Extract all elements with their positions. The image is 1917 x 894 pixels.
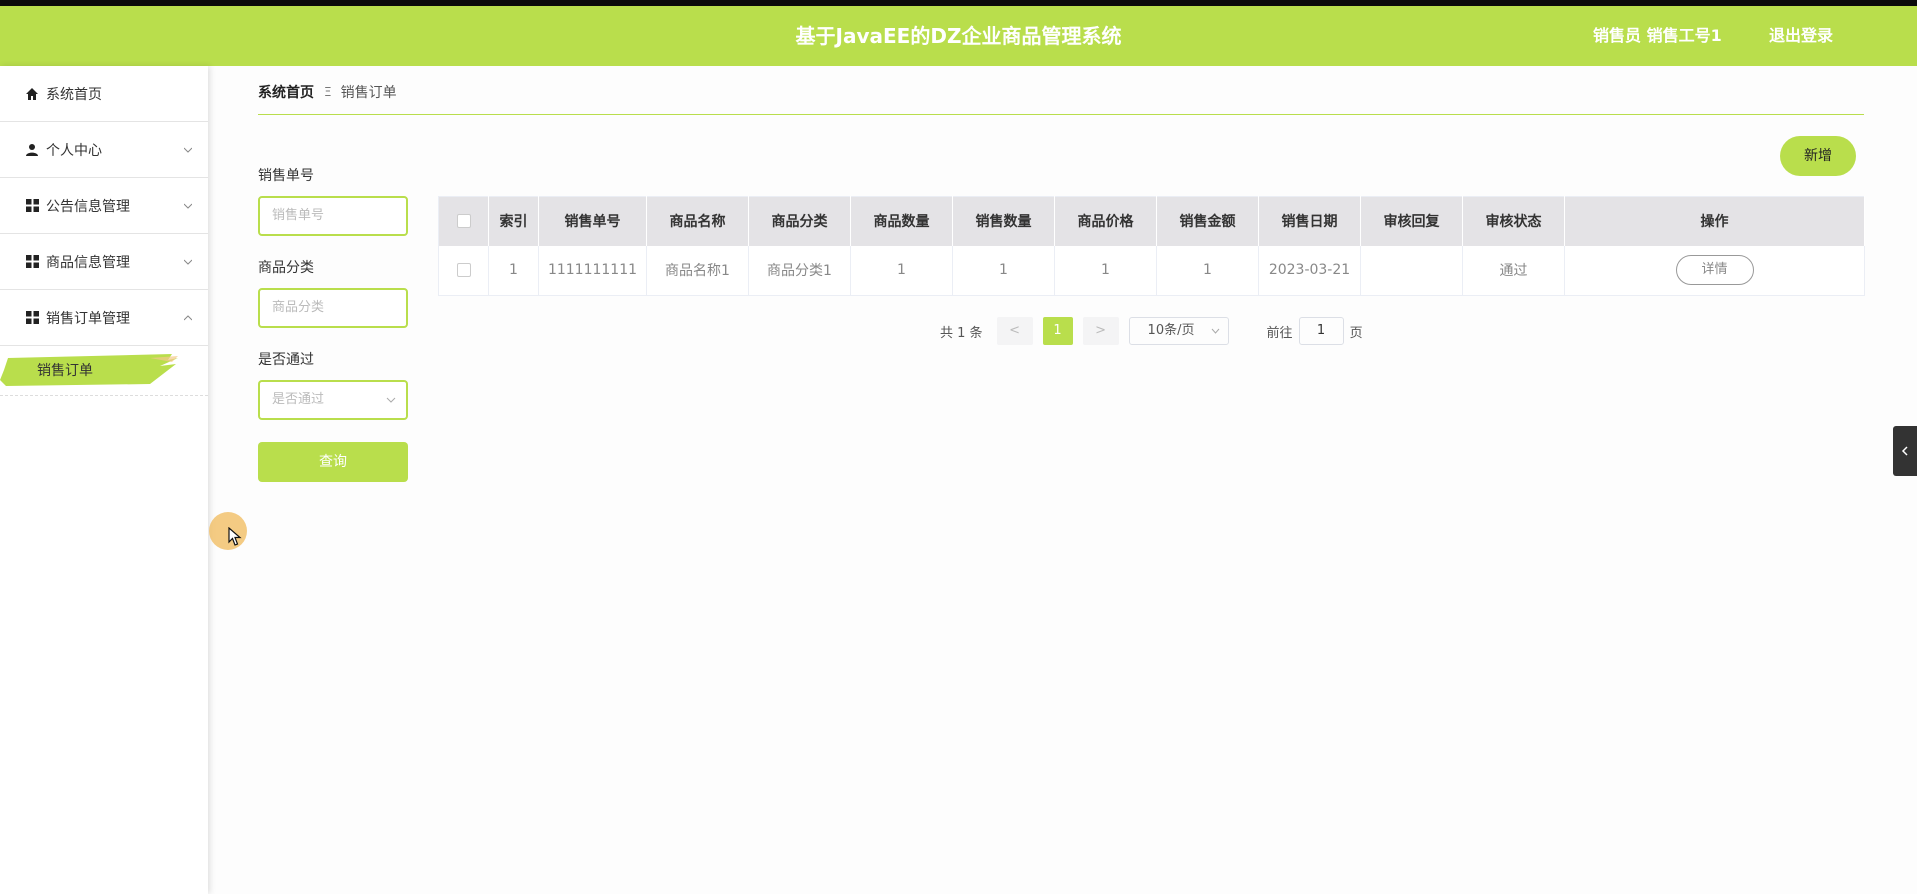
sidebar-item-notice-management[interactable]: 公告信息管理 bbox=[0, 178, 208, 234]
detail-button[interactable]: 详情 bbox=[1675, 255, 1754, 286]
breadcrumb: 系统首页 Ξ 销售订单 bbox=[258, 82, 397, 102]
chevron-down-icon bbox=[184, 203, 192, 209]
grid-icon bbox=[24, 198, 40, 214]
collapse-side-tab[interactable] bbox=[1893, 426, 1917, 476]
next-page-button[interactable]: > bbox=[1082, 317, 1119, 345]
chevron-left-icon bbox=[1901, 446, 1908, 456]
grid-icon bbox=[24, 310, 40, 326]
category-input[interactable]: 商品分类 bbox=[258, 288, 408, 328]
sidebar-item-label: 公告信息管理 bbox=[46, 198, 130, 215]
breadcrumb-current: 销售订单 bbox=[340, 85, 397, 101]
page-size-value: 10条/页 bbox=[1147, 323, 1195, 338]
col-header: 销售金额 bbox=[1156, 196, 1259, 246]
goto-suffix: 页 bbox=[1349, 325, 1363, 341]
filter-panel: 销售单号 销售单号 商品分类 商品分类 是否通过 是否通过 查询 bbox=[258, 166, 408, 482]
passed-select-placeholder: 是否通过 bbox=[272, 392, 325, 407]
cell-product-name: 商品名称1 bbox=[646, 245, 749, 296]
cell-date: 2023-03-21 bbox=[1258, 245, 1361, 296]
col-header: 审核回复 bbox=[1360, 196, 1463, 246]
prev-page-button[interactable]: < bbox=[996, 317, 1033, 345]
page-number-current[interactable]: 1 bbox=[1042, 317, 1073, 345]
select-all-checkbox[interactable] bbox=[456, 214, 471, 229]
passed-label: 是否通过 bbox=[258, 352, 314, 368]
goto-page-input[interactable]: 1 bbox=[1298, 317, 1344, 345]
cell-index: 1 bbox=[488, 245, 539, 296]
sidebar: 系统首页 个人中心 公告信息管理 商品信息管理 销售订单管理 销售订单 bbox=[0, 66, 208, 894]
cell-status: 通过 bbox=[1462, 245, 1565, 296]
sidebar-item-personal-center[interactable]: 个人中心 bbox=[0, 122, 208, 178]
search-button[interactable]: 查询 bbox=[258, 442, 408, 482]
select-all-cell[interactable] bbox=[438, 196, 489, 246]
sidebar-item-sales-order-management[interactable]: 销售订单管理 bbox=[0, 290, 208, 346]
chevron-down-icon bbox=[184, 147, 192, 153]
mouse-cursor-icon bbox=[228, 527, 242, 546]
cell-reply bbox=[1360, 245, 1463, 296]
table-header-row: 索引 销售单号 商品名称 商品分类 商品数量 销售数量 商品价格 销售金额 销售… bbox=[438, 196, 1865, 246]
col-header: 操作 bbox=[1564, 196, 1865, 246]
passed-select[interactable]: 是否通过 bbox=[258, 380, 408, 420]
cell-amount: 1 bbox=[1156, 245, 1259, 296]
goto-label: 前往 bbox=[1266, 325, 1293, 341]
col-header: 销售日期 bbox=[1258, 196, 1361, 246]
col-header: 索引 bbox=[488, 196, 539, 246]
cell-sale-qty: 1 bbox=[952, 245, 1055, 296]
chevron-down-icon bbox=[386, 397, 396, 403]
col-header: 销售数量 bbox=[952, 196, 1055, 246]
home-icon bbox=[24, 86, 40, 102]
col-header: 商品分类 bbox=[748, 196, 851, 246]
breadcrumb-separator: Ξ bbox=[324, 85, 332, 99]
logout-link[interactable]: 退出登录 bbox=[1769, 6, 1833, 66]
orders-table: 索引 销售单号 商品名称 商品分类 商品数量 销售数量 商品价格 销售金额 销售… bbox=[438, 196, 1865, 296]
cell-product-qty: 1 bbox=[850, 245, 953, 296]
cell-category: 商品分类1 bbox=[748, 245, 851, 296]
sidebar-item-label: 销售订单管理 bbox=[46, 310, 130, 327]
page-size-select[interactable]: 10条/页 bbox=[1128, 317, 1229, 345]
cell-order-no: 1111111111 bbox=[538, 245, 647, 296]
row-select-cell[interactable] bbox=[438, 245, 489, 296]
breadcrumb-divider bbox=[258, 114, 1864, 115]
breadcrumb-home[interactable]: 系统首页 bbox=[258, 82, 314, 102]
order-no-input[interactable]: 销售单号 bbox=[258, 196, 408, 236]
col-header: 商品名称 bbox=[646, 196, 749, 246]
grid-icon bbox=[24, 254, 40, 270]
row-checkbox[interactable] bbox=[456, 263, 471, 278]
col-header: 销售单号 bbox=[538, 196, 647, 246]
order-no-label: 销售单号 bbox=[258, 168, 314, 184]
col-header: 审核状态 bbox=[1462, 196, 1565, 246]
cell-action: 详情 bbox=[1564, 245, 1865, 296]
chevron-up-icon bbox=[184, 314, 192, 320]
category-label: 商品分类 bbox=[258, 260, 314, 276]
sidebar-item-product-management[interactable]: 商品信息管理 bbox=[0, 234, 208, 290]
sidebar-item-home[interactable]: 系统首页 bbox=[0, 66, 208, 122]
col-header: 商品价格 bbox=[1054, 196, 1157, 246]
chevron-down-icon bbox=[184, 259, 192, 265]
table-row: 1 1111111111 商品名称1 商品分类1 1 1 1 1 2023-03… bbox=[438, 245, 1865, 296]
sidebar-item-label: 系统首页 bbox=[46, 86, 102, 103]
sidebar-item-label: 个人中心 bbox=[46, 142, 102, 159]
pagination: 共 1 条 < 1 > 10条/页 前往 1 页 bbox=[940, 317, 1363, 345]
chevron-down-icon bbox=[1211, 328, 1219, 334]
cell-price: 1 bbox=[1054, 245, 1157, 296]
sidebar-subitem-sales-order[interactable]: 销售订单 bbox=[0, 346, 208, 396]
col-header: 商品数量 bbox=[850, 196, 953, 246]
pagination-total: 共 1 条 bbox=[940, 325, 983, 341]
header-bar: 基于JavaEE的DZ企业商品管理系统 销售员 销售工号1 退出登录 bbox=[0, 6, 1917, 66]
user-icon bbox=[24, 142, 40, 158]
sidebar-item-label: 商品信息管理 bbox=[46, 254, 130, 271]
add-button[interactable]: 新增 bbox=[1780, 136, 1856, 176]
user-info: 销售员 销售工号1 bbox=[1593, 26, 1722, 45]
sidebar-subitem-label: 销售订单 bbox=[37, 363, 93, 379]
